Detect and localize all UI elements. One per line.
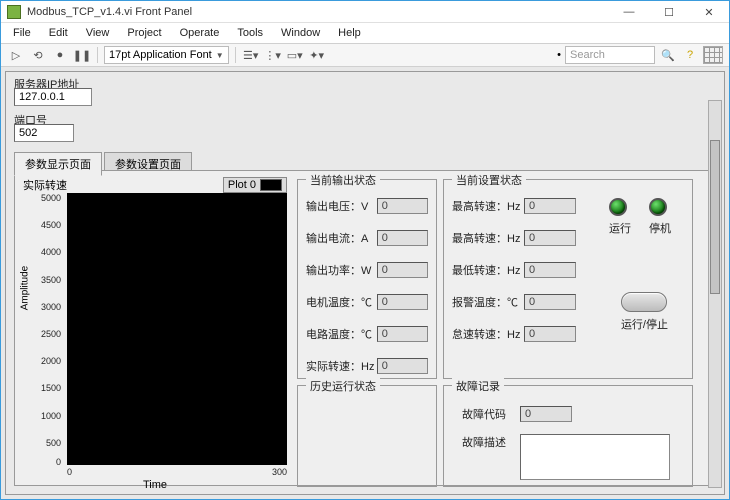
max-speed2-value: 0 (524, 230, 576, 246)
run-icon[interactable]: ▷ (7, 46, 25, 64)
max-speed-label: 最高转速：Hz (452, 198, 524, 214)
abort-icon[interactable]: ● (51, 46, 69, 64)
menu-edit[interactable]: Edit (41, 25, 76, 41)
menu-tools[interactable]: Tools (229, 25, 271, 41)
group-output-status: 当前输出状态 输出电压：V0 输出电流：A0 输出功率：W0 电机温度：℃0 电… (297, 179, 437, 379)
titlebar: Modbus_TCP_v1.4.vi Front Panel — ☐ ✕ (1, 1, 729, 23)
menu-file[interactable]: File (5, 25, 39, 41)
group-settings-status: 当前设置状态 最高转速：Hz0 最高转速：Hz0 最低转速：Hz0 报警温度：℃… (443, 179, 693, 379)
search-placeholder: Search (570, 49, 605, 61)
maximize-button[interactable]: ☐ (649, 1, 689, 23)
plot-area[interactable] (67, 193, 287, 465)
front-panel-canvas: 服务器IP地址 端口号 参数显示页面 参数设置页面 实际转速 Plot 0 50… (5, 71, 725, 495)
menu-help[interactable]: Help (330, 25, 369, 41)
x-axis: 0 300 (67, 467, 287, 479)
tab-display[interactable]: 参数显示页面 (14, 152, 102, 176)
run-stop-button[interactable] (621, 292, 667, 312)
menubar: File Edit View Project Operate Tools Win… (1, 23, 729, 43)
y-axis-label: Amplitude (20, 266, 31, 310)
search-bullet: • (557, 49, 561, 61)
idle-speed-value: 0 (524, 326, 576, 342)
scrollbar-thumb[interactable] (710, 140, 720, 294)
current-label: 输出电流：A (306, 230, 377, 246)
group-fault: 故障记录 故障代码0 故障描述 (443, 385, 693, 487)
tab-body: 实际转速 Plot 0 5000 4500 4000 3500 3000 250… (14, 170, 716, 486)
align-icon[interactable]: ☰▾ (242, 46, 260, 64)
led-run-label: 运行 (609, 220, 631, 236)
plot-container: 实际转速 Plot 0 5000 4500 4000 3500 3000 250… (21, 177, 289, 489)
font-name: 17pt Application Font (109, 49, 212, 61)
ip-input[interactable] (14, 88, 92, 106)
distribute-icon[interactable]: ⋮▾ (264, 46, 282, 64)
connector-pane-icon[interactable] (703, 46, 723, 64)
power-value: 0 (377, 262, 428, 278)
plot-title: 实际转速 (23, 177, 67, 193)
minimize-button[interactable]: — (609, 1, 649, 23)
max-speed-value: 0 (524, 198, 576, 214)
fault-code-label: 故障代码 (462, 406, 520, 422)
toolbar: ▷ ⟲ ● ❚❚ 17pt Application Font ▼ ☰▾ ⋮▾ ▭… (1, 43, 729, 67)
fault-title: 故障记录 (452, 378, 504, 394)
run-stop-label: 运行/停止 (621, 316, 668, 332)
font-selector[interactable]: 17pt Application Font ▼ (104, 46, 229, 64)
chevron-down-icon: ▼ (216, 51, 224, 60)
search-icon[interactable]: 🔍 (659, 46, 677, 64)
current-value: 0 (377, 230, 428, 246)
legend-swatch (260, 179, 282, 191)
led-stop-label: 停机 (649, 220, 671, 236)
help-icon[interactable]: ? (681, 46, 699, 64)
fault-desc-input[interactable] (520, 434, 670, 480)
menu-view[interactable]: View (78, 25, 118, 41)
actual-speed-value: 0 (377, 358, 428, 374)
fault-desc-label: 故障描述 (462, 434, 520, 450)
pause-icon[interactable]: ❚❚ (73, 46, 91, 64)
window-title: Modbus_TCP_v1.4.vi Front Panel (27, 6, 192, 18)
alarm-temp-value: 0 (524, 294, 576, 310)
history-title: 历史运行状态 (306, 378, 380, 394)
reorder-icon[interactable]: ✦▾ (308, 46, 326, 64)
min-speed-label: 最低转速：Hz (452, 262, 524, 278)
resize-icon[interactable]: ▭▾ (286, 46, 304, 64)
close-button[interactable]: ✕ (689, 1, 729, 23)
x-axis-label: Time (143, 479, 167, 491)
voltage-label: 输出电压：V (306, 198, 377, 214)
output-status-title: 当前输出状态 (306, 172, 380, 188)
menu-window[interactable]: Window (273, 25, 328, 41)
app-window: Modbus_TCP_v1.4.vi Front Panel — ☐ ✕ Fil… (0, 0, 730, 500)
labview-icon (7, 5, 21, 19)
led-run (609, 198, 627, 216)
menu-operate[interactable]: Operate (172, 25, 228, 41)
plot-legend[interactable]: Plot 0 (223, 177, 287, 193)
run-continuous-icon[interactable]: ⟲ (29, 46, 47, 64)
circuit-temp-label: 电路温度：℃ (306, 326, 377, 342)
port-input[interactable] (14, 124, 74, 142)
legend-label: Plot 0 (228, 179, 256, 191)
voltage-value: 0 (377, 198, 428, 214)
actual-speed-label: 实际转速：Hz (306, 358, 377, 374)
y-axis: 5000 4500 4000 3500 3000 2500 2000 1500 … (21, 193, 63, 465)
min-speed-value: 0 (524, 262, 576, 278)
menu-project[interactable]: Project (119, 25, 169, 41)
group-history: 历史运行状态 (297, 385, 437, 487)
idle-speed-label: 怠速转速：Hz (452, 326, 524, 342)
circuit-temp-value: 0 (377, 326, 428, 342)
settings-status-title: 当前设置状态 (452, 172, 526, 188)
max-speed2-label: 最高转速：Hz (452, 230, 524, 246)
motor-temp-value: 0 (377, 294, 428, 310)
workspace: 服务器IP地址 端口号 参数显示页面 参数设置页面 实际转速 Plot 0 50… (1, 67, 729, 499)
vertical-scrollbar[interactable] (708, 100, 722, 488)
power-label: 输出功率：W (306, 262, 377, 278)
search-input[interactable]: Search (565, 46, 655, 64)
fault-code-value: 0 (520, 406, 572, 422)
led-stop (649, 198, 667, 216)
alarm-temp-label: 报警温度：℃ (452, 294, 524, 310)
motor-temp-label: 电机温度：℃ (306, 294, 377, 310)
